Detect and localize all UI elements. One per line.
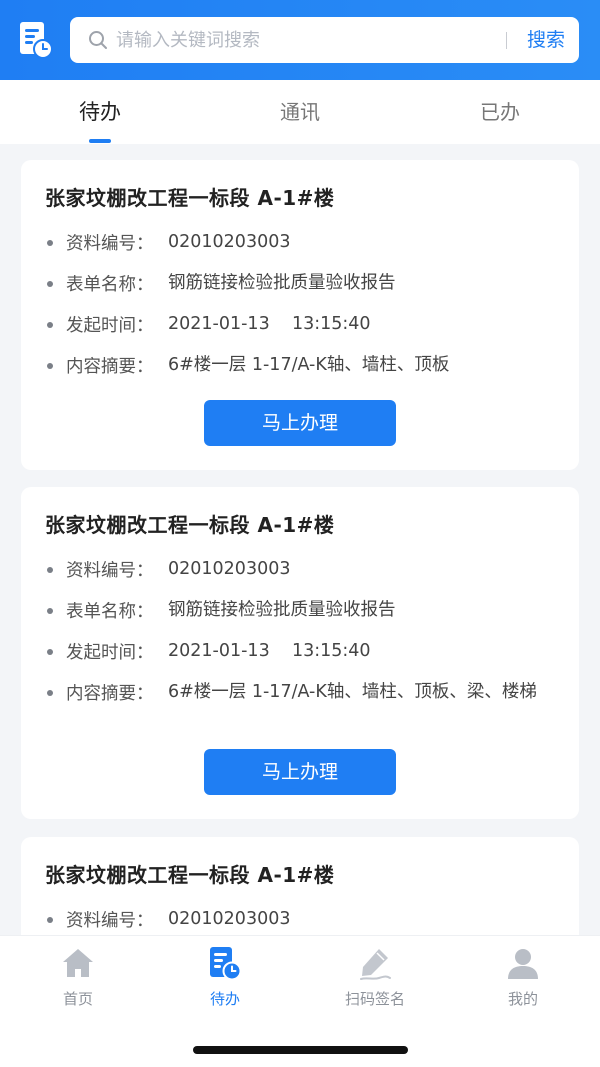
bullet-dot	[47, 608, 53, 614]
bullet-dot	[47, 649, 53, 655]
tab-bar: 待办 通讯 已办	[0, 80, 600, 144]
info-value: 02010203003	[168, 232, 291, 252]
card-title: 张家坟棚改工程一标段 A-1#楼	[45, 186, 335, 210]
bullet-dot	[47, 281, 53, 287]
search-divider	[506, 32, 507, 49]
task-card: 张家坟棚改工程一标段 A-1#楼 资料编号： 02010203003 表单名称：…	[21, 487, 579, 819]
info-label: 发起时间：	[66, 316, 154, 336]
nav-item-home[interactable]: 首页	[3, 936, 153, 1026]
bullet-dot	[47, 917, 53, 923]
todo-icon	[210, 947, 242, 981]
tab-contacts[interactable]: 通讯	[200, 80, 400, 144]
info-label: 表单名称：	[66, 602, 154, 622]
info-label: 资料编号：	[66, 911, 154, 931]
info-label: 发起时间：	[66, 643, 154, 663]
nav-label: 待办	[209, 990, 240, 1008]
bullet-dot	[47, 567, 53, 573]
nav-label: 我的	[507, 990, 538, 1008]
bullet-dot	[47, 363, 53, 369]
info-value: 钢筋链接检验批质量验收报告	[168, 273, 396, 293]
info-value: 钢筋链接检验批质量验收报告	[168, 600, 396, 620]
nav-item-scan-sign[interactable]: 扫码签名	[300, 936, 450, 1026]
card-title: 张家坟棚改工程一标段 A-1#楼	[45, 513, 335, 537]
info-label: 资料编号：	[66, 234, 154, 254]
nav-label: 扫码签名	[344, 990, 405, 1008]
search-input[interactable]	[116, 17, 496, 63]
user-icon	[508, 949, 538, 979]
bullet-dot	[47, 690, 53, 696]
info-label: 资料编号：	[66, 561, 154, 581]
home-icon	[63, 949, 93, 977]
info-value: 2021-01-13 13:15:40	[168, 641, 371, 661]
tab-done[interactable]: 已办	[400, 80, 600, 144]
active-tab-indicator	[89, 139, 111, 143]
info-value: 6#楼一层 1-17/A-K轴、墙柱、顶板、梁、楼梯	[168, 682, 537, 702]
bullet-dot	[47, 322, 53, 328]
card-title: 张家坟棚改工程一标段 A-1#楼	[45, 863, 335, 887]
app-logo-icon	[20, 22, 53, 59]
info-label: 内容摘要：	[66, 357, 154, 377]
home-indicator	[193, 1046, 408, 1054]
info-value: 02010203003	[168, 909, 291, 929]
sign-pen-icon	[360, 949, 391, 980]
search-icon	[89, 31, 107, 49]
info-value: 6#楼一层 1-17/A-K轴、墙柱、顶板	[168, 355, 450, 375]
info-label: 内容摘要：	[66, 684, 154, 704]
task-card: 张家坟棚改工程一标段 A-1#楼 资料编号： 02010203003 表单名称：…	[21, 160, 579, 470]
top-header: 搜索	[0, 0, 600, 80]
search-button[interactable]: 搜索	[516, 17, 576, 63]
tab-todo[interactable]: 待办	[0, 80, 200, 144]
task-card: 张家坟棚改工程一标段 A-1#楼 资料编号： 02010203003	[21, 837, 579, 935]
nav-label: 首页	[62, 990, 93, 1008]
info-value: 02010203003	[168, 559, 291, 579]
bullet-dot	[47, 240, 53, 246]
nav-item-mine[interactable]: 我的	[448, 936, 598, 1026]
task-list[interactable]: 张家坟棚改工程一标段 A-1#楼 资料编号： 02010203003 表单名称：…	[0, 144, 600, 935]
handle-now-button[interactable]: 马上办理	[204, 400, 396, 446]
search-box[interactable]: 搜索	[70, 17, 579, 63]
info-value: 2021-01-13 13:15:40	[168, 314, 371, 334]
info-label: 表单名称：	[66, 275, 154, 295]
nav-item-todo[interactable]: 待办	[150, 936, 300, 1026]
handle-now-button[interactable]: 马上办理	[204, 749, 396, 795]
